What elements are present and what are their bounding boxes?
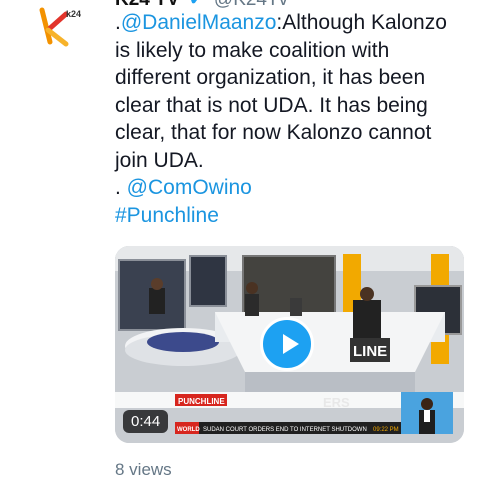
ticker-time: 09:22 PM [373, 427, 399, 433]
tweet-text-line: clear that is not UDA. It has being [115, 92, 473, 120]
mention-link[interactable]: @DanielMaanzo [121, 11, 277, 34]
video-duration: 0:44 [123, 410, 169, 433]
tweet-text-line: join UDA. [115, 147, 473, 175]
tweet-text-segment: :Although Kalonzo [276, 11, 447, 34]
ticker-label: WORLD [177, 427, 200, 433]
show-name-label: PUNCHLINE [178, 397, 225, 406]
tweet-text-segment: . [115, 176, 127, 199]
tweet-text-segment: clear, that for now Kalonzo cannot [115, 121, 432, 144]
tweet-text-segment: join UDA. [115, 148, 204, 172]
logo-text: k24 [66, 9, 81, 19]
hashtag-link[interactable]: #Punchline [115, 204, 219, 227]
mention-link[interactable]: @ComOwino [127, 176, 252, 199]
tweet-text-segment: clear that is not UDA. It has being [115, 93, 428, 117]
tweet-text-line: .@DanielMaanzo:Although Kalonzo [115, 9, 473, 37]
play-icon [283, 334, 299, 354]
set-text-1: LINE [353, 343, 387, 360]
play-button[interactable] [260, 317, 314, 371]
k24-avatar-logo[interactable]: k24 [36, 4, 82, 50]
ticker-text: SUDAN COURT ORDERS END TO INTERNET SHUTD… [203, 427, 367, 433]
tweet-text-line: . @ComOwino [115, 174, 473, 202]
tweet-text-line: clear, that for now Kalonzo cannot [115, 119, 473, 147]
tweet-text-line: different organization, it has been [115, 64, 473, 92]
tweet-text-line: is likely to make coalition with [115, 37, 473, 65]
tweet-text-segment: different organization, it has been [115, 66, 426, 89]
set-text-2: ERS [323, 395, 350, 410]
tweet-text-segment: is likely to make coalition with [115, 38, 390, 62]
tweet-text-line: #Punchline [115, 202, 473, 230]
view-count: 8 views [115, 460, 172, 479]
tweet-text: .@DanielMaanzo:Although Kalonzo is likely… [115, 9, 473, 229]
video-player[interactable]: LINE PUNCHLINE ERS WORLD SUDAN COURT ORD… [115, 246, 464, 443]
